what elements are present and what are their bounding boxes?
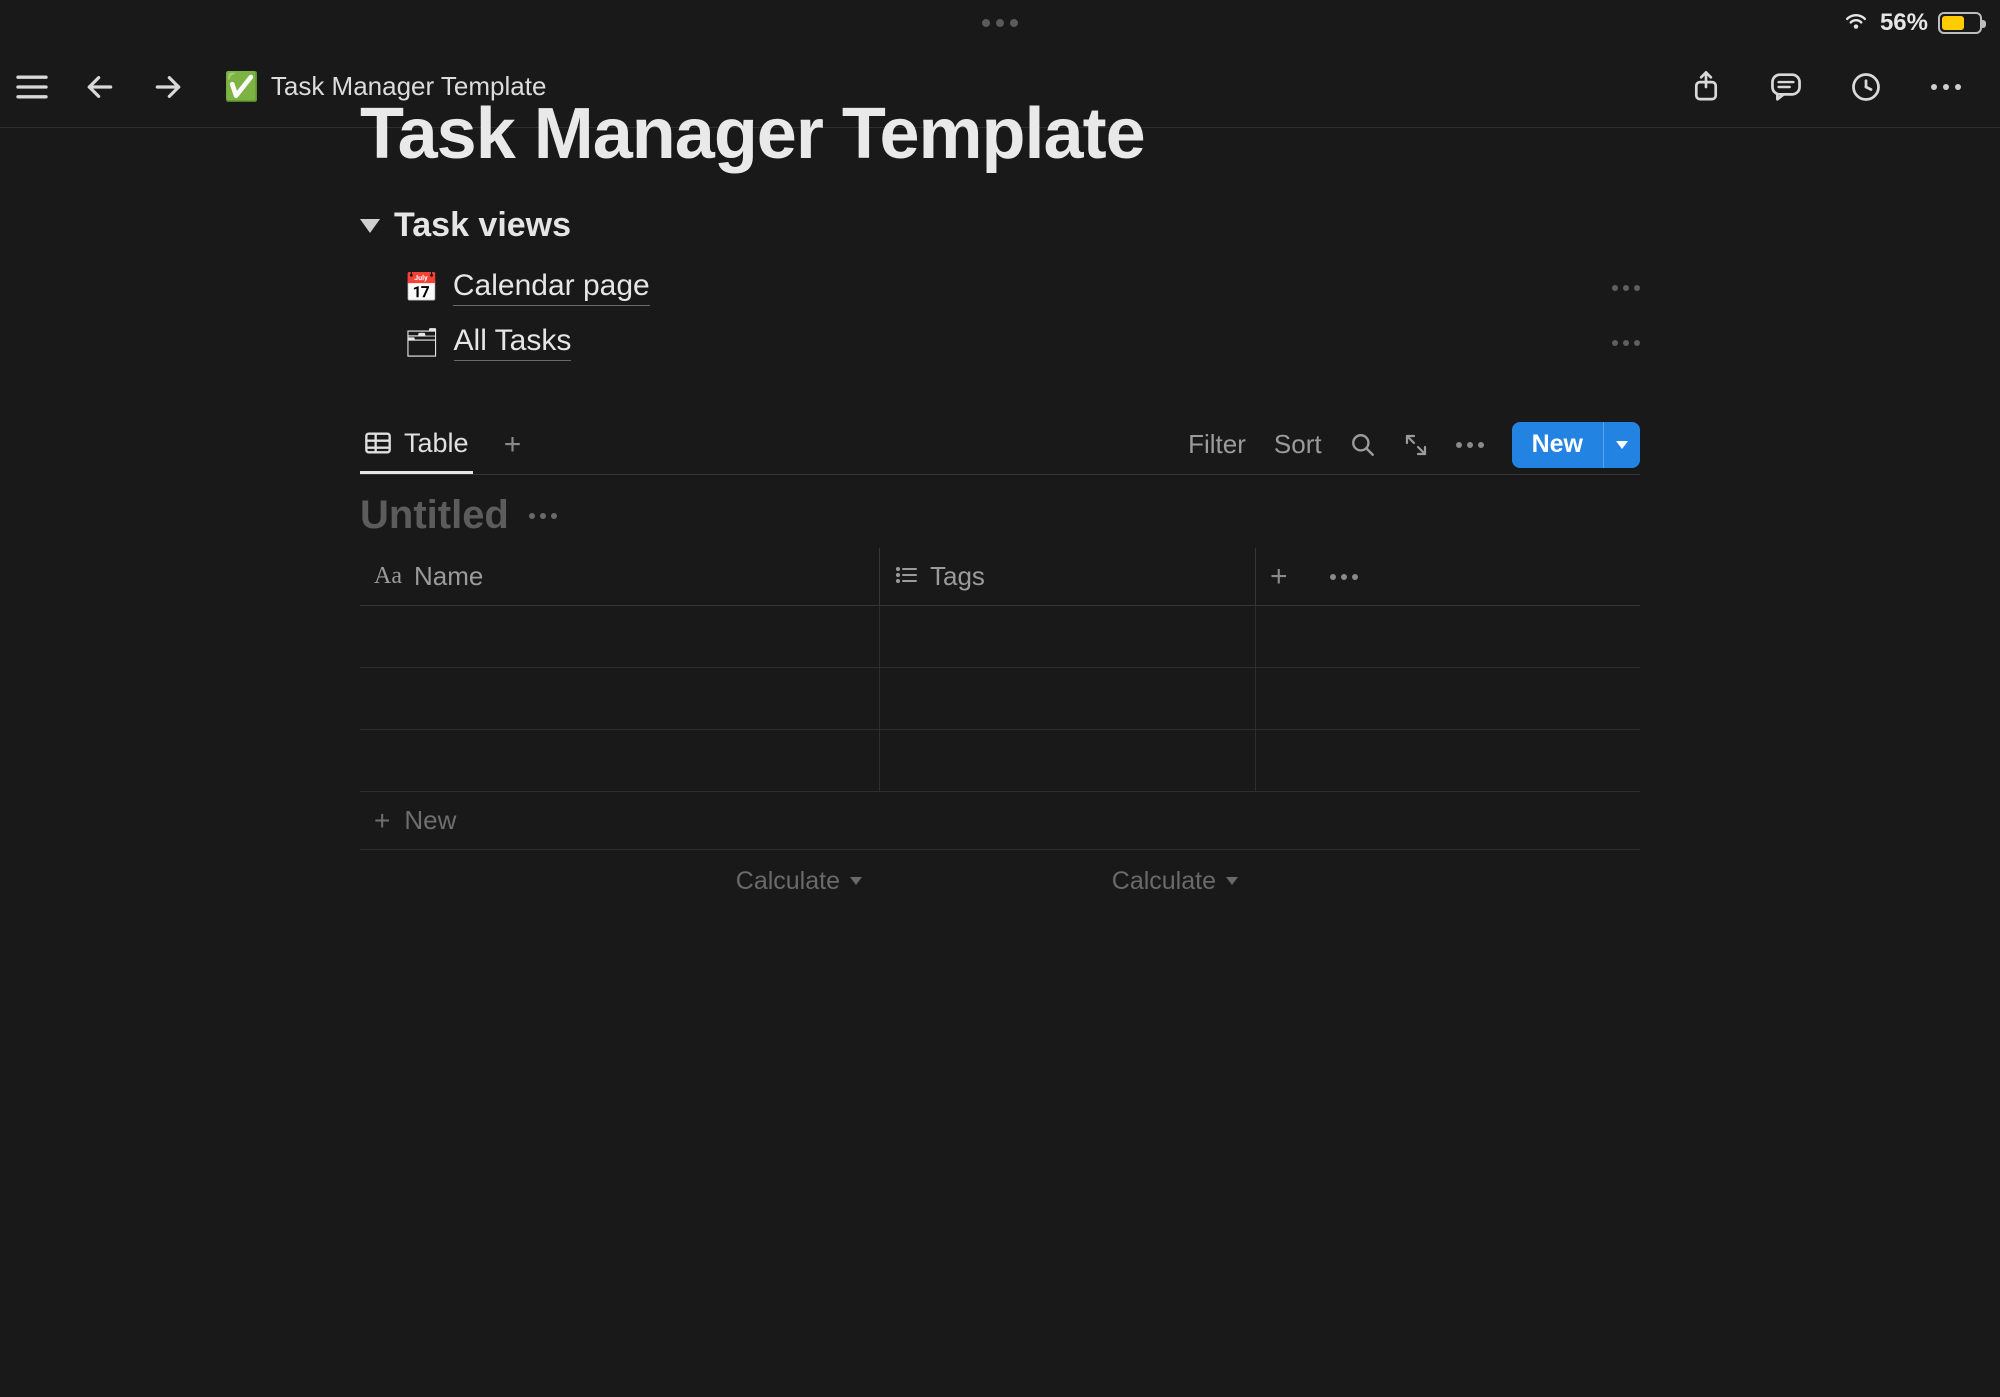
column-header-tags[interactable]: Tags (880, 548, 1256, 605)
tab-label: Table (404, 428, 469, 459)
table-row[interactable] (360, 606, 1640, 668)
row-more-icon[interactable] (1612, 285, 1640, 291)
cell-spare (1256, 606, 1640, 667)
cell-name[interactable] (360, 606, 880, 667)
column-options-icon[interactable] (1330, 574, 1358, 580)
forward-icon[interactable] (146, 65, 190, 109)
caret-down-icon (360, 219, 380, 233)
column-header-name[interactable]: Aa Name (360, 548, 880, 605)
new-entry-label: New (1512, 422, 1603, 468)
database-view-tabs: Table + Filter Sort (360, 415, 1640, 475)
add-column-button[interactable]: + (1270, 560, 1288, 594)
column-label: Name (414, 561, 483, 592)
wifi-icon (1842, 9, 1870, 38)
column-label: Tags (930, 561, 985, 592)
title-property-icon: Aa (374, 563, 402, 590)
page-emoji-icon: ✅ (224, 70, 259, 103)
page-title[interactable]: Task Manager Template (360, 98, 1640, 170)
calculate-cell-tags[interactable]: Calculate (880, 854, 1256, 908)
new-row-button[interactable]: + New (360, 792, 1640, 850)
cell-name[interactable] (360, 730, 880, 791)
menu-icon[interactable] (10, 65, 54, 109)
page-link-label: Calendar page (453, 269, 650, 306)
multitasking-dots-icon[interactable] (982, 19, 1018, 27)
page-link-label: All Tasks (454, 324, 572, 361)
toggle-heading[interactable]: Task views (360, 206, 1640, 245)
chevron-down-icon (850, 877, 862, 885)
share-icon[interactable] (1684, 65, 1728, 109)
cell-spare (1256, 730, 1640, 791)
toggle-heading-label: Task views (394, 206, 571, 245)
new-entry-dropdown[interactable] (1603, 422, 1640, 468)
comments-icon[interactable] (1764, 65, 1808, 109)
view-options-icon[interactable] (1456, 442, 1484, 448)
chevron-down-icon (1616, 441, 1628, 449)
table-row[interactable] (360, 668, 1640, 730)
table-view-icon (364, 431, 392, 455)
cell-tags[interactable] (880, 606, 1256, 667)
sort-button[interactable]: Sort (1274, 429, 1322, 460)
add-view-button[interactable]: + (499, 431, 527, 459)
database-table: Aa Name Tags + (360, 548, 1640, 908)
plus-icon: + (374, 805, 390, 837)
folder-emoji-icon: 🗂 (404, 326, 440, 359)
cell-tags[interactable] (880, 668, 1256, 729)
cell-name[interactable] (360, 668, 880, 729)
search-icon[interactable] (1350, 432, 1376, 458)
page-link-all-tasks[interactable]: 🗂 All Tasks (404, 324, 1640, 361)
system-status-bar: 56% (0, 0, 2000, 46)
back-icon[interactable] (78, 65, 122, 109)
table-header-row: Aa Name Tags + (360, 548, 1640, 606)
more-icon[interactable] (1924, 65, 1968, 109)
page-link-calendar[interactable]: 📅 Calendar page (404, 269, 1640, 306)
calculate-label: Calculate (1112, 867, 1216, 896)
clock-icon[interactable] (1844, 65, 1888, 109)
database-title[interactable]: Untitled (360, 493, 509, 538)
expand-icon[interactable] (1404, 433, 1428, 457)
new-entry-button[interactable]: New (1512, 422, 1640, 468)
battery-percent: 56% (1880, 9, 1928, 37)
cell-spare (1256, 668, 1640, 729)
tab-table[interactable]: Table (360, 415, 473, 474)
chevron-down-icon (1226, 877, 1238, 885)
filter-button[interactable]: Filter (1188, 429, 1246, 460)
calculate-label: Calculate (736, 867, 840, 896)
new-row-label: New (404, 805, 456, 836)
table-row[interactable] (360, 730, 1640, 792)
database-title-more-icon[interactable] (529, 513, 557, 519)
row-more-icon[interactable] (1612, 340, 1640, 346)
calendar-emoji-icon: 📅 (404, 271, 439, 304)
battery-icon (1938, 12, 1982, 34)
cell-tags[interactable] (880, 730, 1256, 791)
multiselect-property-icon (894, 561, 918, 592)
calculate-cell-name[interactable]: Calculate (360, 854, 880, 908)
